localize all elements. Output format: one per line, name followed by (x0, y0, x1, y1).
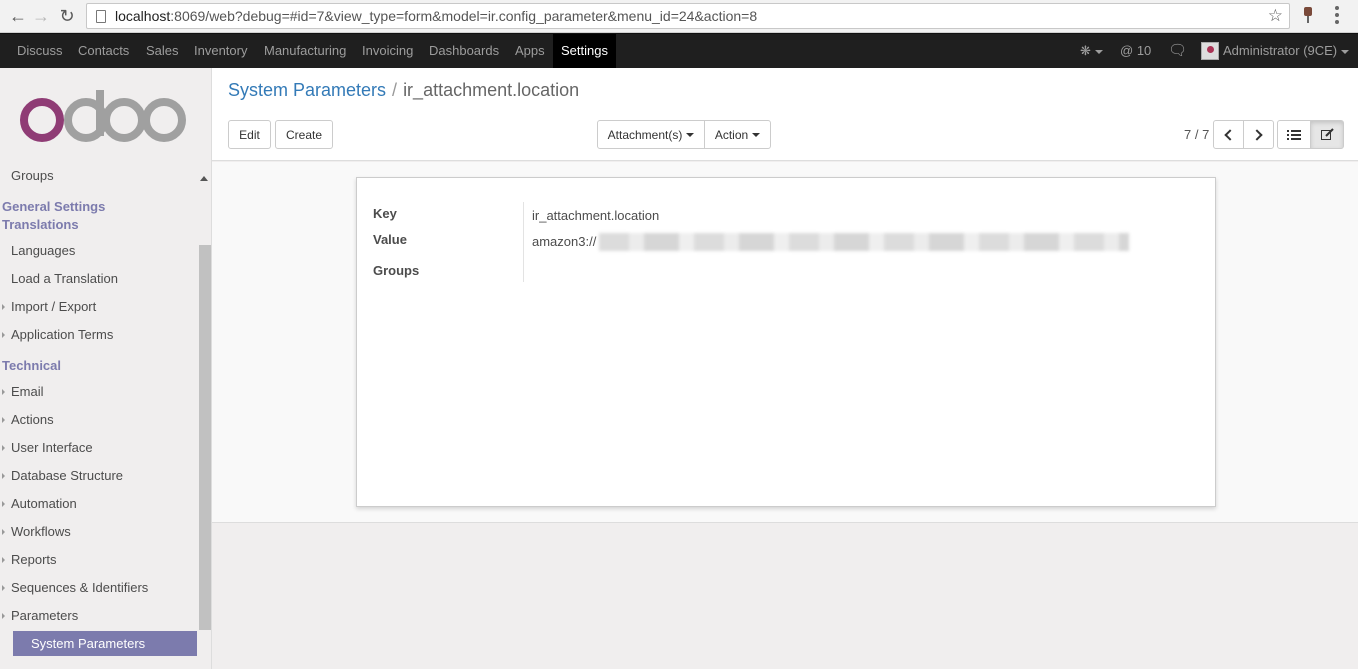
sidebar-item-application-terms[interactable]: Application Terms (1, 327, 113, 342)
sidebar-item-database-structure[interactable]: Database Structure (1, 468, 123, 483)
breadcrumb-separator: / (392, 80, 398, 100)
sidebar-item-reports[interactable]: Reports (2, 552, 57, 567)
breadcrumb: System Parameters / ir_attachment.location (228, 80, 579, 101)
sidebar-item-workflows[interactable]: Workflows (2, 524, 71, 539)
nav-invoicing[interactable]: Invoicing (362, 34, 413, 68)
url-text: localhost:8069/web?debug=#id=7&view_type… (115, 8, 758, 24)
form-view-area: Key ir_attachment.location Value amazon3… (212, 162, 1358, 523)
edit-button[interactable]: Edit (228, 120, 271, 149)
at-icon: @ (1120, 43, 1134, 58)
nav-settings[interactable]: Settings (553, 34, 616, 68)
edit-form-icon (1320, 128, 1334, 140)
mentions-count: 10 (1136, 43, 1152, 58)
chevron-left-icon (1224, 128, 1236, 141)
pager-previous-button[interactable] (1213, 120, 1244, 149)
chat-icon[interactable]: 🗨 (1168, 34, 1187, 68)
form-view-button[interactable] (1310, 120, 1344, 149)
breadcrumb-current: ir_attachment.location (403, 80, 580, 100)
sidebar-header-translations[interactable]: Translations (2, 217, 79, 232)
odoo-logo (20, 90, 186, 142)
page-icon (96, 10, 106, 23)
reload-icon[interactable]: ↻ (55, 4, 79, 28)
address-bar[interactable]: localhost:8069/web?debug=#id=7&view_type… (86, 3, 1290, 29)
avatar[interactable] (1201, 42, 1219, 60)
browser-toolbar: ← → ↻ localhost:8069/web?debug=#id=7&vie… (0, 0, 1358, 33)
nav-inventory[interactable]: Inventory (194, 34, 247, 68)
mentions-button[interactable]: @ 10 (1120, 34, 1151, 68)
nav-sales[interactable]: Sales (146, 34, 179, 68)
sidebar-header-technical[interactable]: Technical (2, 358, 61, 373)
sidebar-item-system-parameters[interactable]: System Parameters (13, 631, 197, 656)
redacted-value (599, 233, 1129, 251)
key-value: ir_attachment.location (532, 208, 660, 223)
create-button[interactable]: Create (275, 120, 333, 149)
sidebar-item-load-translation[interactable]: Load a Translation (11, 271, 118, 286)
pager-value: 7 / 7 (1184, 127, 1210, 142)
attachments-dropdown[interactable]: Attachment(s) (597, 120, 705, 149)
pager-next-button[interactable] (1243, 120, 1274, 149)
scroll-up-arrow-icon[interactable] (200, 176, 208, 181)
value-value: amazon3:// (532, 234, 597, 249)
debug-bug-icon[interactable]: ❋ (1080, 34, 1103, 68)
back-arrow-icon[interactable]: ← (6, 4, 30, 28)
nav-apps[interactable]: Apps (515, 34, 545, 68)
sidebar-item-user-interface[interactable]: User Interface (2, 440, 93, 455)
main-navbar: Discuss Contacts Sales Inventory Manufac… (0, 33, 1358, 68)
sidebar: Groups General Settings Translations Lan… (0, 68, 212, 669)
browser-menu-icon[interactable] (1334, 6, 1340, 24)
nav-dashboards[interactable]: Dashboards (429, 34, 499, 68)
sidebar-item-actions[interactable]: Actions (2, 412, 54, 427)
list-icon (1287, 129, 1301, 140)
field-divider (523, 202, 524, 282)
chevron-right-icon (1251, 128, 1263, 141)
nav-manufacturing[interactable]: Manufacturing (264, 34, 346, 68)
bookmark-star-icon[interactable]: ☆ (1268, 6, 1283, 26)
extension-icon[interactable] (1301, 6, 1315, 24)
breadcrumb-parent-link[interactable]: System Parameters (228, 80, 386, 100)
action-dropdown[interactable]: Action (704, 120, 771, 149)
nav-discuss[interactable]: Discuss (17, 34, 63, 68)
sidebar-item-languages[interactable]: Languages (11, 243, 75, 258)
nav-contacts[interactable]: Contacts (78, 34, 129, 68)
sidebar-item-email[interactable]: Email (2, 384, 44, 399)
sidebar-item-parameters[interactable]: Parameters (1, 608, 78, 623)
sidebar-item-sequences[interactable]: Sequences & Identifiers (1, 580, 148, 595)
form-sheet: Key ir_attachment.location Value amazon3… (356, 177, 1216, 507)
sidebar-item-automation[interactable]: Automation (2, 496, 77, 511)
groups-label: Groups (373, 263, 420, 278)
sidebar-scrollbar[interactable] (199, 245, 211, 630)
list-view-button[interactable] (1277, 120, 1311, 149)
sidebar-item-import-export[interactable]: Import / Export (1, 299, 96, 314)
forward-arrow-icon[interactable]: → (29, 4, 53, 28)
key-label: Key (373, 206, 397, 221)
value-label: Value (373, 232, 407, 247)
sidebar-header-general-settings[interactable]: General Settings (2, 199, 105, 214)
control-panel: System Parameters / ir_attachment.location… (212, 68, 1358, 161)
user-menu[interactable]: Administrator (9CE) (1223, 34, 1350, 68)
sidebar-item-groups[interactable]: Groups (11, 168, 54, 183)
